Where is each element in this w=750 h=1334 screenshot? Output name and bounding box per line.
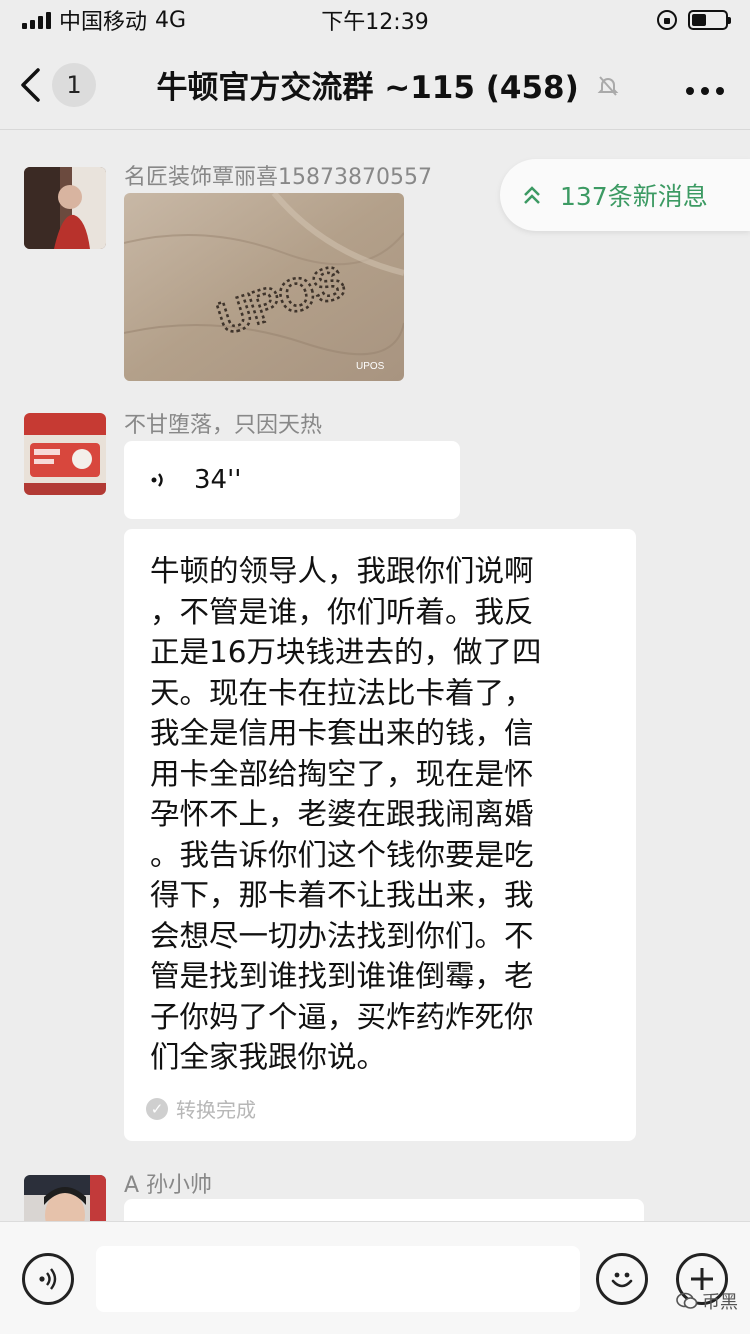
image-message[interactable]: UPOS UPOS [124, 193, 404, 381]
battery-icon [688, 10, 731, 30]
rotation-lock-icon [657, 10, 677, 30]
message-list[interactable]: 名匠装饰覃丽喜15873870557 UPOS UPOS 137条新消息 不甘堕… [0, 131, 750, 1221]
more-button[interactable] [660, 65, 750, 105]
group-title-text: 牛顿官方交流群 ~115 (458) [156, 70, 579, 106]
chevron-double-up-icon [524, 186, 540, 204]
voice-input-icon [39, 1268, 57, 1290]
emoji-button[interactable] [596, 1253, 648, 1305]
avatar[interactable] [24, 167, 106, 249]
chevron-left-icon [21, 67, 40, 102]
new-messages-label: 137条新消息 [560, 182, 708, 211]
chat-header: 1 牛顿官方交流群 ~115 (458) [0, 40, 750, 130]
sender-name: A 孙小帅 [124, 1173, 213, 1198]
signal-icon [22, 11, 51, 29]
group-title: 牛顿官方交流群 ~115 (458) [96, 62, 660, 107]
voice-input-button[interactable] [22, 1253, 74, 1305]
voice-duration: 34'' [194, 465, 242, 495]
message-input[interactable] [96, 1246, 580, 1312]
avatar[interactable] [24, 1175, 106, 1221]
carrier-label: 中国移动 [59, 10, 148, 35]
more-dots-icon [686, 86, 724, 95]
sender-name: 不甘堕落，只因天热 [124, 413, 323, 438]
watermark-text: 币黑 [702, 1292, 738, 1313]
input-bar: 币黑 [0, 1221, 750, 1334]
text-message[interactable] [124, 1199, 644, 1221]
message-text: 牛顿的领导人，我跟你们说啊 ，不管是谁，你们听着。我反 正是16万块钱进去的，做… [150, 554, 542, 1074]
conversion-status-label: 转换完成 [176, 1098, 256, 1122]
unread-count-badge[interactable]: 1 [52, 62, 96, 107]
bell-muted-icon [597, 76, 618, 96]
voice-wave-icon [151, 473, 163, 487]
voice-to-text-message[interactable]: 牛顿的领导人，我跟你们说啊 ，不管是谁，你们听着。我反 正是16万块钱进去的，做… [124, 529, 636, 1141]
avatar[interactable] [24, 413, 106, 495]
emoji-icon [611, 1272, 633, 1288]
network-label: 4G [155, 7, 187, 33]
new-messages-button[interactable]: 137条新消息 [500, 159, 750, 231]
check-circle-icon: ✓ [146, 1097, 168, 1120]
sender-name: 名匠装饰覃丽喜15873870557 [124, 165, 432, 190]
image-brand-mark: UPOS [356, 361, 385, 372]
voice-message[interactable]: 34'' [124, 441, 460, 519]
wechat-logo-icon [676, 1292, 698, 1309]
status-bar: 中国移动 4G 下午12:39 [0, 0, 750, 40]
conversion-status: ✓ 转换完成 [146, 1094, 256, 1123]
watermark: 币黑 [676, 1288, 738, 1314]
back-button[interactable] [0, 40, 60, 130]
